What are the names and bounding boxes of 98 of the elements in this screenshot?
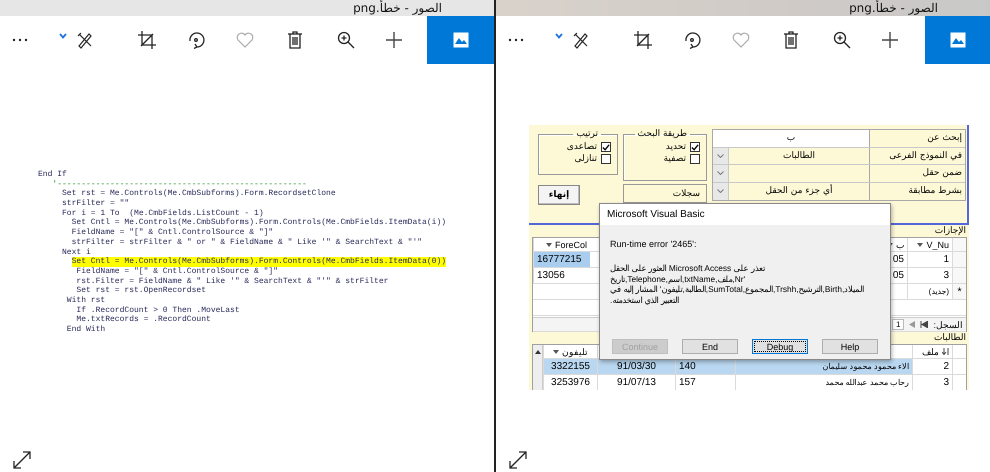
table-cell: 1 [907,252,952,267]
table-cell: رحاب محمد عبدالله محمد [735,375,912,390]
table-cell: 16777215 [533,252,590,267]
scroll-up-icon[interactable] [534,350,540,354]
subform-title: الطالبات [932,333,967,344]
window-title: الصور - خطأ.png [353,1,442,15]
dropdown-button[interactable] [713,182,729,200]
gallery-button[interactable] [925,16,990,64]
table-cell: 3 [907,268,952,283]
more-icon[interactable] [508,38,524,42]
column-header[interactable]: ForeCol [554,240,587,250]
edit-icon[interactable] [572,31,590,49]
code-line: If .RecordCount > 0 Then .MoveLast [76,306,240,315]
checkbox[interactable] [601,154,611,164]
dropdown-arrow-icon[interactable] [917,242,924,246]
image-icon [950,32,966,48]
error-message: تعذر على Microsoft Access العثور على الحقل 'Nr,ملف,txtName,اسم,Telephone,تاريخ الميلاد,Birth,الترشيح,Trshh,المجموع,SumTotal,الطالبة,تليفون' المشار إليه في التعبير الذي استخدمته. [610,263,866,305]
expand-icon[interactable] [13,451,31,469]
zoom-in-icon[interactable] [833,31,851,49]
crop-icon[interactable] [634,31,652,49]
scrollbar[interactable] [533,345,543,390]
window-title: الصور - خطأ.png [849,1,938,15]
rotate-icon[interactable] [187,31,205,49]
code-line: With rst [66,296,106,306]
caret-icon [717,189,724,194]
code-line: rst.Filter = FieldName & " Like '" & SearchText & "'" & strFilter [76,276,388,286]
dropdown-arrow-icon[interactable] [553,350,559,354]
first-record-icon[interactable] [920,321,928,328]
code-line: Set rst = rst.OpenRecordset [76,286,206,296]
dialog-button[interactable]: Help [822,339,878,354]
delete-icon[interactable] [287,31,303,49]
edit-icon[interactable] [76,31,94,49]
field-label: في النموذج الفرعى [869,148,965,164]
checkbox-label: تحديد [666,142,686,152]
chevron-down-icon[interactable] [555,33,563,39]
checkbox-label: تصاعدى [566,142,597,152]
error-heading: Run-time error '2465': [610,239,698,249]
code-line: FieldName = "[" & Cntl.ControlSource & "]" [72,228,274,238]
previous-record-icon[interactable] [909,321,916,328]
code-line: Set rst = Me.Controls(Me.CmbSubforms).Form.RecordsetClone [62,189,336,199]
crop-icon[interactable] [138,31,156,49]
table-cell: 91/07/13 [597,375,675,390]
input-field[interactable]: ب [713,130,869,146]
caret-icon [717,154,724,158]
dialog-title: Microsoft Visual Basic [600,204,890,225]
code-line: Me.txtRecords = .RecordCount [76,315,211,325]
dropdown-button[interactable] [713,148,729,164]
chevron-down-icon[interactable] [59,33,67,39]
code-comment: '---------------------------------------------------- [52,180,307,189]
caret-icon [717,171,724,176]
records-field[interactable]: سجلات [623,184,707,203]
dialog-button[interactable]: End [682,339,738,354]
sort-icon[interactable] [942,348,949,355]
rotate-icon[interactable] [683,31,701,49]
table-cell: 157 [675,375,735,390]
group-title: طريقة البحث [636,129,688,139]
column-header[interactable]: تليفون [562,346,588,356]
code-line: FieldName = "[" & Cntl.ControlSource & "]" [76,266,278,277]
input-field[interactable]: الطالبات [729,148,869,164]
subform-title: الإجازات [934,226,967,237]
image-icon [452,32,468,48]
code-line: Set Cntl = Me.Controls(Me.CmbSubforms).Form.Controls(Me.CmbFields.ItemData(i)) [72,218,446,228]
code-line: For i = 1 To (Me.CmbFields.ListCount - 1) [62,208,264,218]
table-cell: 2 [912,359,952,374]
code-line: End With [66,325,106,335]
table-cell: 13056 [533,268,590,283]
input-field[interactable]: أي جزء من الحقل [729,182,869,200]
checkbox[interactable] [690,142,700,152]
delete-icon[interactable] [783,31,799,49]
expand-icon[interactable] [509,451,527,469]
field-label: بشرط مطابقة [869,182,965,200]
more-icon[interactable] [12,38,28,42]
add-icon[interactable] [881,31,899,49]
field-label: ضمن حقل [869,165,965,182]
group-title: ترتيب [575,129,599,139]
column-header[interactable]: V_Nu [926,240,949,250]
new-record-marker: * [952,284,966,299]
zoom-in-icon[interactable] [337,31,355,49]
code-line: Next i [62,248,91,258]
close-form-button[interactable]: إنهاء [538,185,580,205]
column-header[interactable]: ملف [922,346,939,356]
code-line: End If [38,170,67,180]
code-line: strFilter = strFilter & " or " & FieldName & " Like '" & SearchText & "'" [72,238,422,248]
add-icon[interactable] [385,31,403,49]
checkbox-label: تصفية [664,154,686,164]
checkbox-label: تنازلى [574,154,597,164]
table-cell: (جديد) [907,284,952,299]
code-line: strFilter = "" [62,199,130,209]
table-cell: 3 [912,375,952,390]
dropdown-arrow-icon[interactable] [546,242,552,246]
checkbox[interactable] [601,142,611,152]
dialog-button[interactable]: Debug [752,339,808,354]
checkbox[interactable] [690,154,700,164]
column-header[interactable]: ب [896,240,904,250]
record-navigation-label: السجل: [933,320,963,330]
dropdown-button[interactable] [713,165,729,182]
record-number-field[interactable]: 1 [892,319,904,330]
gallery-button[interactable] [427,16,494,64]
